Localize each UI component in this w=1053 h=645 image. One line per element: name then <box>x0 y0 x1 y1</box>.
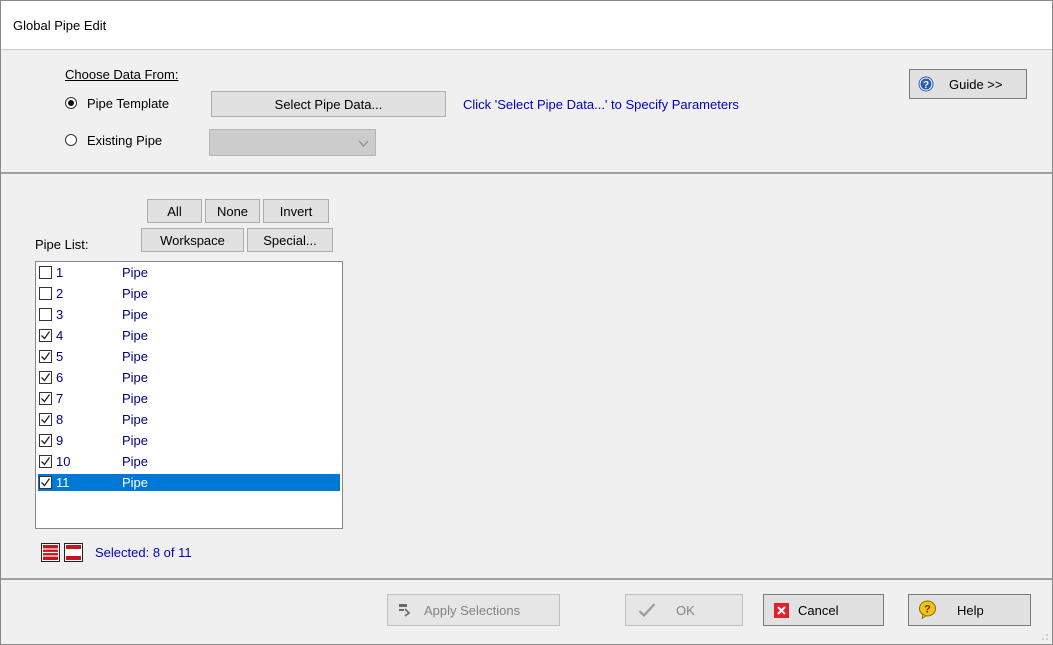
pipe-number: 11 <box>56 475 70 490</box>
pipe-number: 8 <box>56 412 64 427</box>
list-item[interactable]: 3 Pipe <box>38 306 340 323</box>
apply-selections-button[interactable]: Apply Selections <box>387 594 560 626</box>
item-checkbox[interactable] <box>39 476 52 489</box>
item-checkbox[interactable] <box>39 287 52 300</box>
close-icon <box>774 603 789 618</box>
pipe-name: Pipe <box>122 349 149 364</box>
list-item[interactable]: 9 Pipe <box>38 432 340 449</box>
pipe-name: Pipe <box>122 454 149 469</box>
pipe-number: 1 <box>56 265 64 280</box>
select-pipe-data-button[interactable]: Select Pipe Data... <box>211 91 446 117</box>
show-selected-rows-icon[interactable] <box>64 543 83 562</box>
item-checkbox[interactable] <box>39 392 52 405</box>
dialog-title: Global Pipe Edit <box>13 18 107 33</box>
item-checkbox[interactable] <box>39 266 52 279</box>
hint-text: Click 'Select Pipe Data...' to Specify P… <box>463 97 739 112</box>
pipe-number: 5 <box>56 349 64 364</box>
item-checkbox[interactable] <box>39 455 52 468</box>
pipe-name: Pipe <box>122 433 149 448</box>
list-item[interactable]: 4 Pipe <box>38 327 340 344</box>
pipe-list[interactable]: 1 Pipe 2 Pipe 3 Pipe 4 Pipe 5 Pipe 6 Pip… <box>35 261 343 529</box>
choose-data-heading: Choose Data From: <box>65 67 179 82</box>
check-icon <box>41 352 51 361</box>
check-icon <box>41 415 51 424</box>
list-item[interactable]: 2 Pipe <box>38 285 340 302</box>
help-bubble-icon: ? <box>919 600 936 619</box>
item-checkbox[interactable] <box>39 434 52 447</box>
select-all-button[interactable]: All <box>147 199 202 223</box>
pipe-name: Pipe <box>122 391 149 406</box>
pipe-name: Pipe <box>122 328 149 343</box>
list-item[interactable]: 10 Pipe <box>38 453 340 470</box>
guide-button[interactable]: ? Guide >> <box>909 69 1027 99</box>
svg-text:?: ? <box>924 604 931 616</box>
pipe-number: 3 <box>56 307 64 322</box>
check-icon <box>41 457 51 466</box>
list-item[interactable]: 5 Pipe <box>38 348 340 365</box>
selected-count: Selected: 8 of 11 <box>95 545 192 560</box>
global-pipe-edit-dialog: Global Pipe Edit Choose Data From: Pipe … <box>0 0 1053 645</box>
existing-pipe-label[interactable]: Existing Pipe <box>87 133 162 148</box>
item-checkbox[interactable] <box>39 329 52 342</box>
list-item-selected[interactable]: 11 Pipe <box>38 474 340 491</box>
help-button[interactable]: ? Help <box>908 594 1031 626</box>
item-checkbox[interactable] <box>39 371 52 384</box>
pipe-name: Pipe <box>122 286 149 301</box>
title-bar: Global Pipe Edit <box>1 1 1052 50</box>
existing-pipe-radio[interactable] <box>65 134 77 146</box>
footer-divider <box>1 578 1052 580</box>
apply-arrow-icon <box>399 604 411 617</box>
item-checkbox[interactable] <box>39 413 52 426</box>
help-label: Help <box>957 603 984 618</box>
pipe-name: Pipe <box>122 307 149 322</box>
invert-button[interactable]: Invert <box>263 199 329 223</box>
show-all-rows-icon[interactable] <box>41 543 60 562</box>
check-icon <box>41 436 51 445</box>
resize-grip-icon[interactable] <box>1037 629 1049 641</box>
cancel-label: Cancel <box>798 603 839 618</box>
chevron-down-icon <box>358 140 369 147</box>
item-checkbox[interactable] <box>39 308 52 321</box>
cancel-button[interactable]: Cancel <box>763 594 884 626</box>
pipe-number: 10 <box>56 454 71 469</box>
list-item[interactable]: 8 Pipe <box>38 411 340 428</box>
existing-pipe-dropdown[interactable] <box>209 129 376 156</box>
item-checkbox[interactable] <box>39 350 52 363</box>
pipe-number: 6 <box>56 370 64 385</box>
pipe-number: 7 <box>56 391 64 406</box>
special-button[interactable]: Special... <box>247 228 333 252</box>
list-item[interactable]: 7 Pipe <box>38 390 340 407</box>
guide-button-label: Guide >> <box>949 77 1003 92</box>
list-item[interactable]: 1 Pipe <box>38 264 340 281</box>
pipe-name: Pipe <box>122 475 149 490</box>
pipe-number: 9 <box>56 433 64 448</box>
select-none-button[interactable]: None <box>205 199 260 223</box>
list-item[interactable]: 6 Pipe <box>38 369 340 386</box>
pipe-name: Pipe <box>122 412 149 427</box>
pipe-name: Pipe <box>122 265 149 280</box>
pipe-number: 2 <box>56 286 64 301</box>
ok-button[interactable]: OK <box>625 594 743 626</box>
pipe-list-label: Pipe List: <box>35 237 89 252</box>
workspace-button[interactable]: Workspace <box>141 228 244 252</box>
apply-selections-label: Apply Selections <box>424 603 521 618</box>
help-circle-icon: ? <box>918 76 934 92</box>
check-icon <box>41 394 51 403</box>
pipe-template-radio[interactable] <box>65 97 77 109</box>
pipe-template-label[interactable]: Pipe Template <box>87 96 169 111</box>
check-icon <box>41 331 51 340</box>
svg-text:?: ? <box>923 80 929 91</box>
check-icon <box>41 478 51 487</box>
ok-label: OK <box>676 603 695 618</box>
pipe-number: 4 <box>56 328 64 343</box>
pipe-name: Pipe <box>122 370 149 385</box>
check-icon <box>41 373 51 382</box>
divider <box>1 172 1052 174</box>
checkmark-icon <box>638 603 656 618</box>
